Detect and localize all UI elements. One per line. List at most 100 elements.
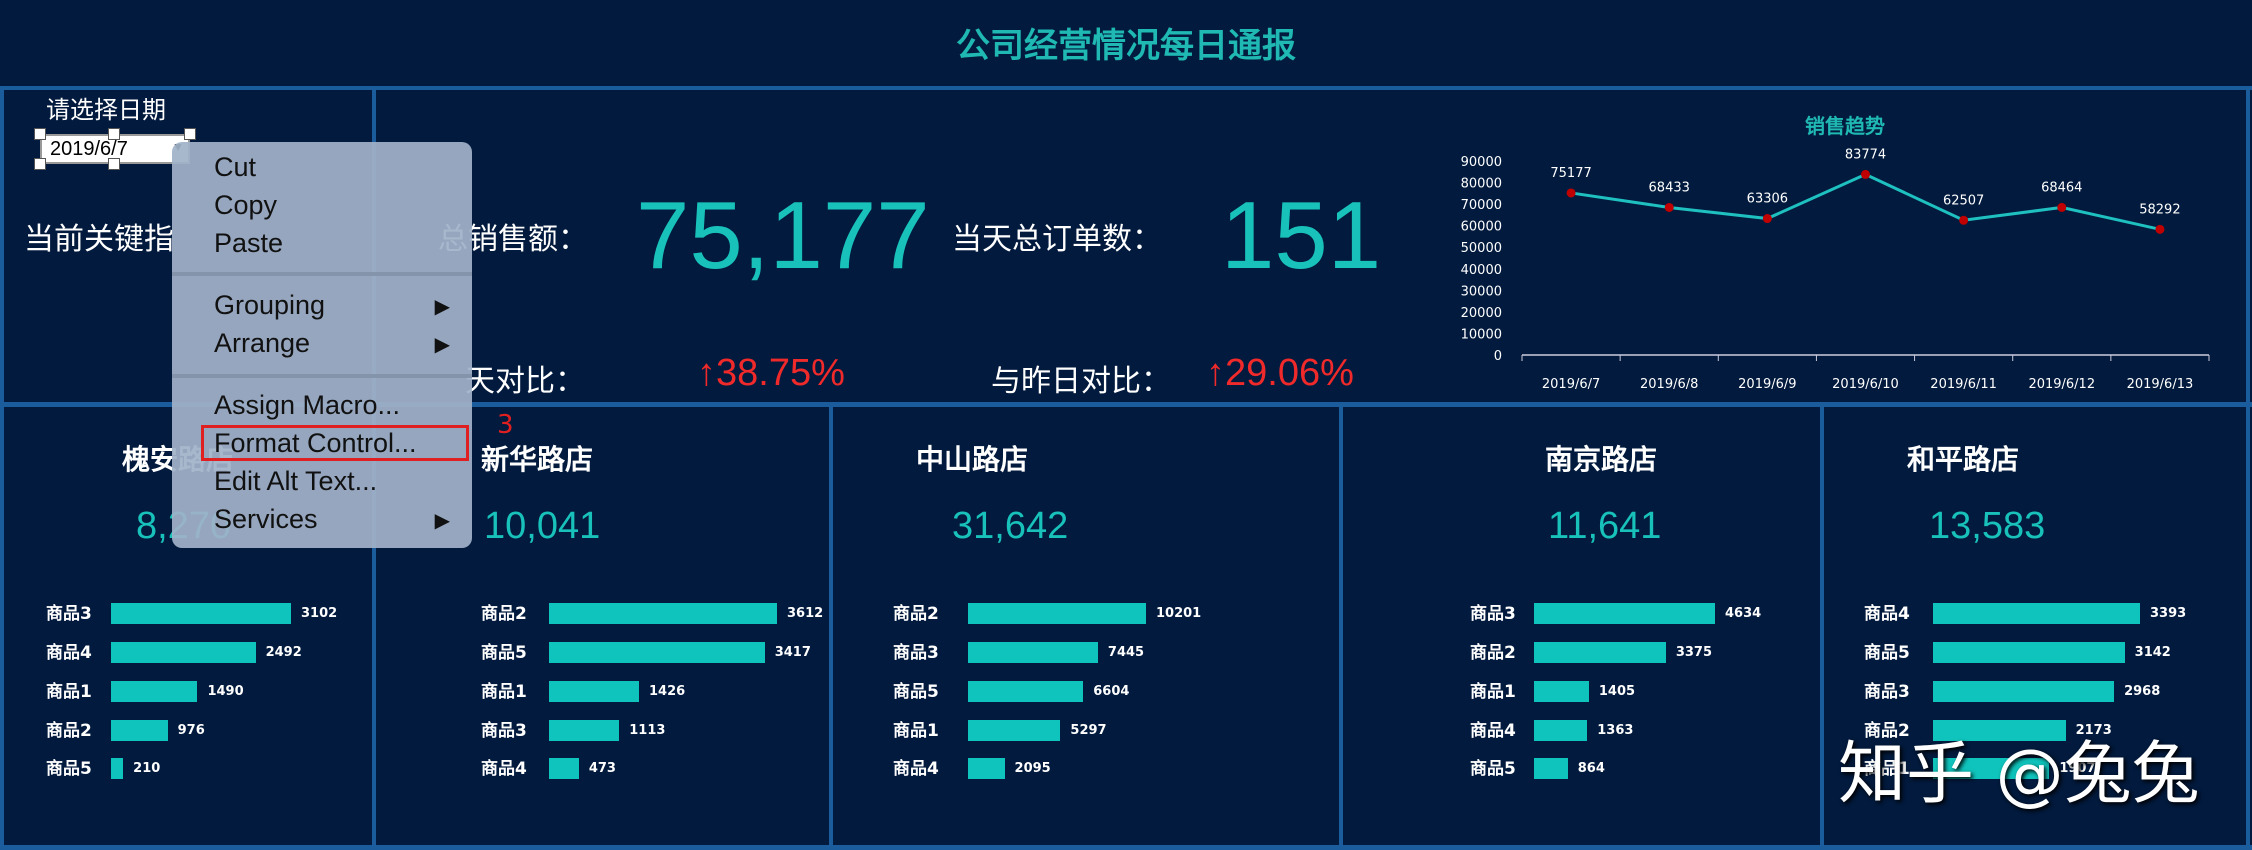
product-label: 商品1: [481, 682, 527, 702]
product-label: 商品5: [481, 643, 527, 663]
orders-value: 151: [1221, 182, 1382, 289]
divider: [0, 845, 2252, 850]
product-label: 商品4: [893, 759, 939, 779]
y-tick-label: 60000: [1461, 220, 1502, 235]
data-point: [2057, 202, 2067, 212]
product-bar: [1534, 681, 1589, 702]
product-label: 商品4: [1470, 721, 1516, 741]
product-label: 商品1: [1470, 682, 1516, 702]
product-label: 商品4: [481, 759, 527, 779]
y-tick-label: 80000: [1461, 177, 1502, 192]
data-label: 68433: [1649, 180, 1690, 195]
chart-title: 销售趋势: [1805, 114, 1885, 138]
data-label: 58292: [2139, 202, 2180, 217]
product-value: 3102: [301, 606, 338, 621]
product-bar: [549, 642, 765, 663]
product-value: 1426: [649, 684, 686, 699]
store-name: 新华路店: [481, 443, 594, 476]
y-tick-label: 70000: [1461, 198, 1502, 213]
product-value: 2095: [1014, 761, 1051, 776]
divider: [0, 86, 2252, 90]
store-name: 南京路店: [1545, 443, 1658, 476]
product-bar: [1933, 603, 2140, 624]
product-label: 商品5: [46, 759, 92, 779]
product-label: 商品5: [1470, 759, 1516, 779]
x-tick-label: 2019/6/8: [1640, 377, 1698, 390]
x-tick-label: 2019/6/13: [2127, 377, 2194, 390]
data-point: [2155, 224, 2165, 234]
menu-item-label: Arrange: [214, 328, 311, 358]
compare-yesterday-value: ↑29.06%: [1206, 352, 1354, 394]
product-value: 1113: [629, 723, 666, 738]
product-value: 3417: [774, 645, 811, 660]
product-bar: [1933, 642, 2125, 663]
menu-item-arrange[interactable]: Arrange ▶: [214, 328, 472, 359]
product-bar: [111, 681, 198, 702]
product-label: 商品4: [46, 643, 92, 663]
product-bar: [968, 758, 1005, 779]
product-value: 864: [1577, 761, 1605, 776]
menu-item-services[interactable]: Services ▶: [214, 504, 472, 535]
menu-item-label: Grouping: [214, 290, 326, 320]
compare-week-label: 天对比：: [465, 364, 585, 399]
product-value: 3612: [787, 606, 824, 621]
y-tick-label: 50000: [1461, 241, 1502, 256]
page-title: 公司经营情况每日通报: [956, 26, 1296, 66]
product-label: 商品5: [1864, 643, 1910, 663]
product-bar: [968, 681, 1084, 702]
product-label: 商品3: [481, 721, 527, 741]
menu-item-grouping[interactable]: Grouping ▶: [214, 290, 472, 321]
date-label: 请选择日期: [46, 96, 166, 124]
submenu-arrow-icon: ▶: [434, 296, 450, 318]
divider: [829, 402, 833, 850]
orders-label: 当天总订单数：: [952, 222, 1162, 257]
product-bar: [549, 603, 777, 624]
product-bar: [111, 720, 168, 741]
data-label: 68464: [2041, 180, 2082, 195]
menu-item-paste[interactable]: Paste: [214, 228, 283, 259]
product-bar: [968, 603, 1146, 624]
data-point: [1566, 188, 1576, 198]
product-value: 1363: [1597, 723, 1634, 738]
store-total: 10,041: [484, 505, 601, 547]
product-bar: [1534, 603, 1715, 624]
product-value: 2968: [2124, 684, 2161, 699]
menu-item-copy[interactable]: Copy: [214, 190, 277, 221]
product-bar: [1534, 758, 1568, 779]
product-label: 商品1: [893, 721, 939, 741]
product-label: 商品3: [46, 604, 92, 624]
data-point: [1664, 202, 1674, 212]
store-total: 11,641: [1548, 505, 1662, 547]
menu-item-assign-macro[interactable]: Assign Macro...: [214, 390, 400, 421]
menu-item-cut[interactable]: Cut: [214, 152, 256, 183]
divider: [1820, 402, 1824, 850]
product-label: 商品3: [893, 643, 939, 663]
product-label: 商品4: [1864, 604, 1910, 624]
step-annotation: 3: [497, 410, 514, 440]
resize-handle[interactable]: [34, 128, 46, 140]
data-label: 63306: [1747, 192, 1788, 207]
menu-separator: [172, 272, 472, 276]
product-value: 3375: [1675, 645, 1712, 660]
resize-handle[interactable]: [108, 128, 120, 140]
product-bar: [111, 642, 256, 663]
y-tick-label: 0: [1494, 349, 1502, 364]
product-value: 1490: [207, 684, 244, 699]
product-label: 商品2: [46, 721, 92, 741]
menu-item-edit-alt-text[interactable]: Edit Alt Text...: [214, 466, 377, 497]
product-label: 商品3: [1470, 604, 1516, 624]
resize-handle[interactable]: [34, 158, 46, 170]
divider: [0, 86, 4, 850]
resize-handle[interactable]: [108, 158, 120, 170]
x-tick-label: 2019/6/11: [1930, 377, 1997, 390]
y-tick-label: 40000: [1461, 263, 1502, 278]
data-label: 62507: [1943, 193, 1984, 208]
x-tick-label: 2019/6/12: [2028, 377, 2095, 390]
y-tick-label: 10000: [1461, 327, 1502, 342]
data-label: 83774: [1845, 147, 1886, 162]
highlight-box: [201, 425, 469, 461]
divider: [1339, 402, 1343, 850]
product-value: 10201: [1156, 606, 1202, 621]
product-value: 3142: [2134, 645, 2171, 660]
resize-handle[interactable]: [184, 128, 196, 140]
